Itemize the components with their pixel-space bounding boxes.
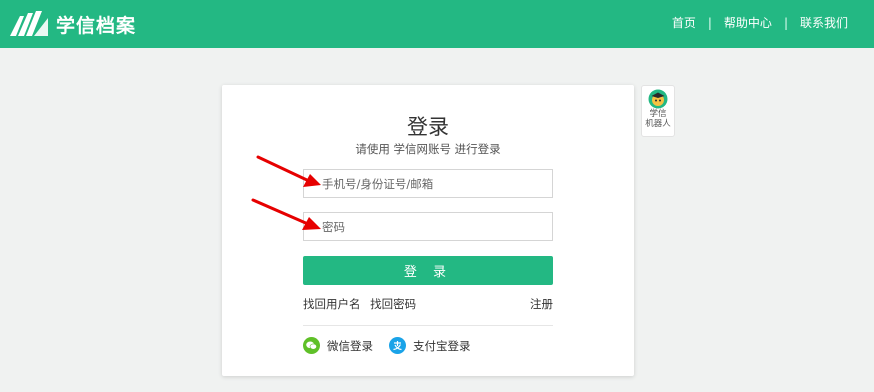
robot-assistant-widget[interactable]: 学信 机器人	[641, 85, 675, 137]
nav-help[interactable]: 帮助中心	[724, 14, 772, 31]
nav-separator: |	[783, 15, 788, 30]
wechat-login-label: 微信登录	[327, 338, 373, 353]
robot-label-line1: 学信	[649, 109, 667, 119]
alipay-icon	[389, 337, 406, 354]
robot-avatar-icon	[648, 89, 668, 109]
nav-separator: |	[707, 15, 712, 30]
annotation-arrow-password	[251, 198, 321, 230]
alipay-login-label: 支付宝登录	[413, 338, 471, 353]
username-input[interactable]	[303, 169, 553, 198]
account-links: 找回用户名 找回密码 注册	[303, 296, 553, 312]
site-logo[interactable]: 学信档案	[8, 7, 136, 41]
social-login: 微信登录 支付宝登录	[303, 337, 487, 354]
login-title: 登录	[407, 115, 449, 139]
wechat-icon	[303, 337, 320, 354]
login-button[interactable]: 登 录	[303, 256, 553, 285]
top-nav: 首页 | 帮助中心 | 联系我们	[672, 14, 848, 31]
find-username-link[interactable]: 找回用户名	[303, 297, 361, 311]
annotation-arrow-username	[256, 155, 321, 187]
password-input[interactable]	[303, 212, 553, 241]
nav-home[interactable]: 首页	[672, 14, 696, 31]
book-logo-icon	[10, 11, 48, 36]
top-nav-bar: 学信档案 首页 | 帮助中心 | 联系我们	[0, 0, 874, 48]
divider	[303, 325, 553, 326]
register-link[interactable]: 注册	[530, 296, 553, 312]
wechat-login-button[interactable]: 微信登录	[303, 337, 373, 354]
nav-contact[interactable]: 联系我们	[800, 14, 848, 31]
logo-text: 学信档案	[56, 14, 137, 37]
find-password-link[interactable]: 找回密码	[370, 297, 416, 311]
alipay-login-button[interactable]: 支付宝登录	[389, 337, 471, 354]
robot-label-line2: 机器人	[645, 119, 671, 129]
